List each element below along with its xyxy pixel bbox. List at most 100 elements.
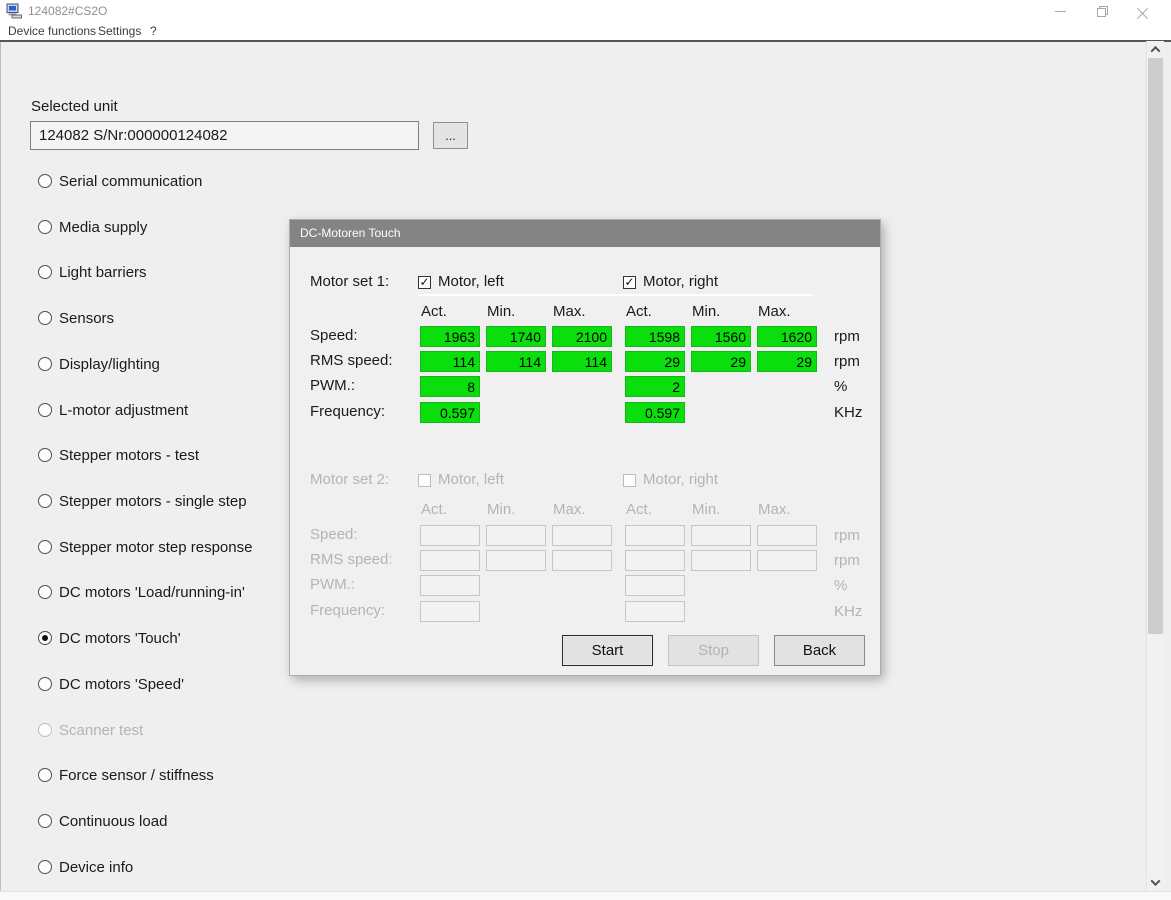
radio-icon bbox=[38, 220, 52, 234]
browse-unit-button[interactable]: ... bbox=[433, 122, 468, 149]
empty-field bbox=[420, 601, 480, 622]
value-speed-left-max: 2100 bbox=[552, 326, 612, 347]
test-option-label: L-motor adjustment bbox=[59, 402, 188, 419]
test-option-stepper-motor-step-response[interactable]: Stepper motor step response bbox=[38, 538, 252, 556]
radio-icon bbox=[38, 768, 52, 782]
test-option-device-info[interactable]: Device info bbox=[38, 858, 133, 876]
minimize-icon bbox=[1055, 11, 1066, 12]
col-header-act: Act. bbox=[626, 303, 652, 320]
radio-icon bbox=[38, 403, 52, 417]
minimize-button[interactable] bbox=[1045, 0, 1075, 22]
radio-icon bbox=[38, 311, 52, 325]
menu-help[interactable]: ? bbox=[150, 24, 157, 38]
row-label-pwm: PWM.: bbox=[310, 576, 355, 593]
test-option-dc-motors-speed[interactable]: DC motors 'Speed' bbox=[38, 675, 184, 693]
radio-icon bbox=[38, 494, 52, 508]
motor-left-1-label: Motor, left bbox=[438, 273, 504, 290]
dc-motors-touch-dialog: DC-Motoren Touch Motor set 1: ✓ Motor, l… bbox=[289, 219, 881, 676]
test-option-scanner-test: Scanner test bbox=[38, 721, 143, 739]
close-button[interactable] bbox=[1127, 0, 1157, 22]
test-option-label: Continuous load bbox=[59, 813, 167, 830]
row-label-rms-speed: RMS speed: bbox=[310, 352, 393, 369]
test-option-dc-motors-load-running-in[interactable]: DC motors 'Load/running-in' bbox=[38, 583, 245, 601]
empty-field bbox=[420, 550, 480, 571]
row-label-rms-speed: RMS speed: bbox=[310, 551, 393, 568]
empty-field bbox=[691, 550, 751, 571]
motor-left-2-label: Motor, left bbox=[438, 471, 504, 488]
value-pwm-left: 8 bbox=[420, 376, 480, 397]
value-rms-right-act: 29 bbox=[625, 351, 685, 372]
motor-left-1-checkbox[interactable]: ✓ bbox=[418, 276, 431, 289]
unit-percent: % bbox=[834, 577, 847, 594]
col-header-max: Max. bbox=[553, 303, 586, 320]
vertical-scrollbar[interactable] bbox=[1146, 41, 1163, 891]
empty-field bbox=[420, 525, 480, 546]
close-icon bbox=[1137, 6, 1148, 17]
col-header-max: Max. bbox=[553, 501, 586, 518]
window-titlebar[interactable]: 124082#CS2O bbox=[0, 0, 1171, 22]
test-option-stepper-motors-single-step[interactable]: Stepper motors - single step bbox=[38, 492, 247, 510]
radio-icon bbox=[38, 265, 52, 279]
test-option-label: Serial communication bbox=[59, 173, 202, 190]
test-option-label: Device info bbox=[59, 859, 133, 876]
motor-left-2-checkbox bbox=[418, 474, 431, 487]
scroll-up-button[interactable] bbox=[1147, 41, 1164, 58]
empty-field bbox=[625, 575, 685, 596]
chevron-up-icon bbox=[1151, 46, 1161, 56]
col-header-max: Max. bbox=[758, 303, 791, 320]
value-rms-right-min: 29 bbox=[691, 351, 751, 372]
empty-field bbox=[486, 550, 546, 571]
bottom-strip bbox=[0, 891, 1171, 900]
col-header-min: Min. bbox=[487, 501, 515, 518]
radio-icon bbox=[38, 448, 52, 462]
menu-device-functions[interactable]: Device functions bbox=[8, 24, 96, 38]
test-option-display-lighting[interactable]: Display/lighting bbox=[38, 355, 160, 373]
unit-percent: % bbox=[834, 378, 847, 395]
motor-right-1-checkbox[interactable]: ✓ bbox=[623, 276, 636, 289]
restore-button[interactable] bbox=[1087, 0, 1117, 22]
scroll-down-button[interactable] bbox=[1147, 874, 1164, 891]
test-option-label: Stepper motors - test bbox=[59, 447, 199, 464]
test-option-label: Display/lighting bbox=[59, 356, 160, 373]
test-option-light-barriers[interactable]: Light barriers bbox=[38, 263, 147, 281]
unit-khz: KHz bbox=[834, 603, 862, 620]
motor-set-1-label: Motor set 1: bbox=[310, 273, 389, 290]
value-rms-left-min: 114 bbox=[486, 351, 546, 372]
test-option-serial-communication[interactable]: Serial communication bbox=[38, 172, 202, 190]
dialog-titlebar[interactable]: DC-Motoren Touch bbox=[290, 220, 880, 247]
radio-disabled-icon bbox=[38, 723, 52, 737]
row-label-pwm: PWM.: bbox=[310, 377, 355, 394]
test-option-force-sensor-stiffness[interactable]: Force sensor / stiffness bbox=[38, 766, 214, 784]
row-label-speed: Speed: bbox=[310, 327, 358, 344]
back-button[interactable]: Back bbox=[774, 635, 865, 666]
radio-icon bbox=[38, 540, 52, 554]
test-option-l-motor-adjustment[interactable]: L-motor adjustment bbox=[38, 401, 188, 419]
menu-settings[interactable]: Settings bbox=[98, 24, 141, 38]
selected-unit-input[interactable] bbox=[30, 121, 419, 150]
col-header-act: Act. bbox=[421, 303, 447, 320]
test-option-stepper-motors-test[interactable]: Stepper motors - test bbox=[38, 446, 199, 464]
test-option-label: Media supply bbox=[59, 219, 147, 236]
dialog-title: DC-Motoren Touch bbox=[300, 226, 401, 240]
scrollbar-thumb[interactable] bbox=[1148, 58, 1163, 634]
test-option-label: Stepper motors - single step bbox=[59, 493, 247, 510]
motor-right-1-label: Motor, right bbox=[643, 273, 718, 290]
empty-field bbox=[552, 525, 612, 546]
test-option-dc-motors-touch[interactable]: DC motors 'Touch' bbox=[38, 629, 181, 647]
motor-right-2-label: Motor, right bbox=[643, 471, 718, 488]
test-option-label: Force sensor / stiffness bbox=[59, 767, 214, 784]
menu-bar: Device functions Settings ? bbox=[0, 22, 1171, 40]
test-option-sensors[interactable]: Sensors bbox=[38, 309, 114, 327]
empty-field bbox=[486, 525, 546, 546]
empty-field bbox=[552, 550, 612, 571]
checkbox-separator bbox=[418, 294, 812, 296]
unit-rpm: rpm bbox=[834, 328, 860, 345]
test-option-continuous-load[interactable]: Continuous load bbox=[38, 812, 167, 830]
selected-unit-label: Selected unit bbox=[31, 98, 118, 115]
radio-icon bbox=[38, 174, 52, 188]
test-option-media-supply[interactable]: Media supply bbox=[38, 218, 147, 236]
row-label-frequency: Frequency: bbox=[310, 602, 385, 619]
start-button[interactable]: Start bbox=[562, 635, 653, 666]
col-header-act: Act. bbox=[421, 501, 447, 518]
value-speed-left-act: 1963 bbox=[420, 326, 480, 347]
